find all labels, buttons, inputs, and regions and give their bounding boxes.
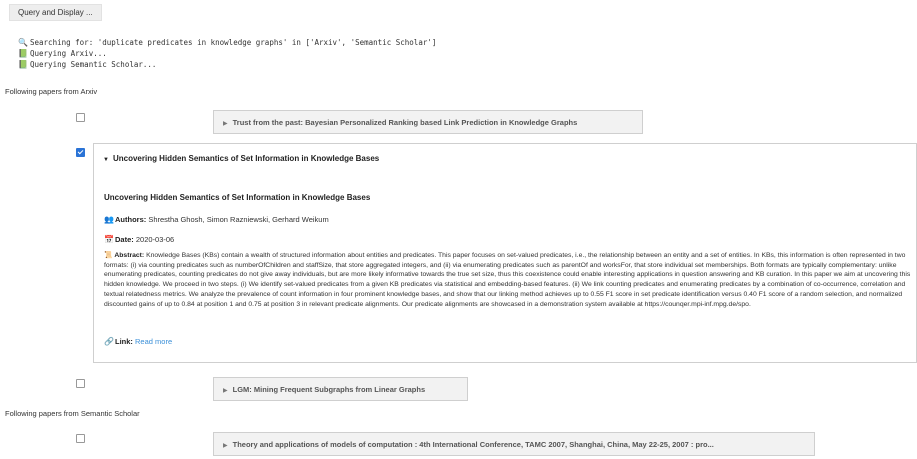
log-line-search: 🔍 Searching for: 'duplicate predicates in… [18,38,437,47]
paper-collapsed-3[interactable]: ▶ LGM: Mining Frequent Subgraphs from Lin… [213,377,468,401]
book-icon: 📗 [18,49,28,58]
triangle-right-icon: ▶ [223,443,228,449]
paper-title: Uncovering Hidden Semantics of Set Infor… [104,193,371,202]
paper-collapsed-1[interactable]: ▶ Trust from the past: Bayesian Personali… [213,110,643,134]
read-more-link[interactable]: Read more [135,337,172,346]
triangle-right-icon: ▶ [223,388,228,394]
search-log: 🔍 Searching for: 'duplicate predicates in… [18,37,436,70]
paper-collapsed-4[interactable]: ▶ Theory and applications of models of co… [213,432,815,456]
paper-abstract: 📜 Abstract: Knowledge Bases (KBs) contai… [104,252,911,308]
paper-checkbox-3[interactable] [76,379,85,388]
calendar-icon: 📅 [104,235,114,244]
magnifier-icon: 🔍 [18,38,28,47]
log-line-semantic-scholar: 📗 Querying Semantic Scholar... [18,60,157,69]
people-icon: 👥 [104,215,114,224]
query-and-display-button[interactable]: Query and Display ... [9,4,102,21]
paper-date: 📅Date: 2020-03-06 [104,235,175,244]
log-line-arxiv: 📗 Querying Arxiv... [18,49,107,58]
paper-expanded-2: ▼ Uncovering Hidden Semantics of Set Info… [93,143,917,363]
paper-checkbox-1[interactable] [76,113,85,122]
paper-summary-toggle[interactable]: ▼ Uncovering Hidden Semantics of Set Info… [103,154,379,163]
link-icon: 🔗 [104,337,114,346]
paper-checkbox-2[interactable] [76,148,85,157]
paper-checkbox-4[interactable] [76,434,85,443]
paper-authors: 👥Authors: Shrestha Ghosh, Simon Razniews… [104,215,329,224]
arxiv-section-label: Following papers from Arxiv [5,87,98,96]
paper-link: 🔗Link: Read more [104,337,173,346]
scroll-icon: 📜 [104,252,113,259]
triangle-right-icon: ▶ [223,121,228,127]
semantic-scholar-section-label: Following papers from Semantic Scholar [5,409,140,418]
book-icon: 📗 [18,60,28,69]
triangle-down-icon: ▼ [103,157,109,163]
